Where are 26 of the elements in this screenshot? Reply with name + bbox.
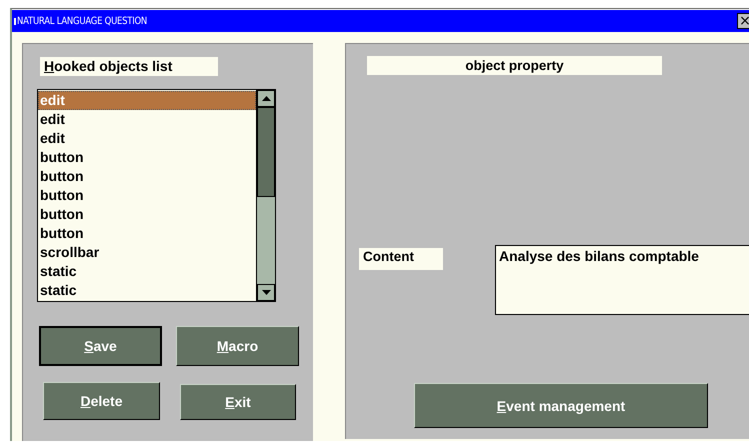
list-item[interactable]: button — [38, 148, 256, 167]
action-button[interactable]: Exit — [180, 384, 296, 420]
content-field[interactable]: Analyse des bilans comptable — [495, 245, 749, 315]
list-item[interactable]: static — [38, 281, 256, 300]
scroll-down-icon[interactable] — [257, 284, 275, 301]
scrollbar-thumb[interactable] — [257, 107, 275, 197]
close-button[interactable]: × — [737, 13, 749, 29]
property-heading: object property — [367, 56, 662, 75]
list-item[interactable]: button — [38, 205, 256, 224]
list-heading: Hooked objects list — [40, 57, 218, 76]
list-item[interactable]: edit — [38, 110, 256, 129]
window-title: NATURAL LANGUAGE QUESTION — [17, 16, 148, 26]
list-item[interactable]: button — [38, 186, 256, 205]
action-button[interactable]: Save — [39, 326, 162, 366]
list-item[interactable]: scrollbar — [38, 243, 256, 262]
list-item[interactable]: edit — [38, 129, 256, 148]
content-label: Content — [359, 248, 443, 270]
scrollbar[interactable] — [256, 90, 275, 301]
action-button[interactable]: Macro — [176, 326, 299, 366]
list-item[interactable]: static — [38, 262, 256, 281]
event-management-button[interactable]: Event management — [414, 383, 708, 428]
list-item[interactable]: button — [38, 224, 256, 243]
action-button[interactable]: Delete — [43, 382, 160, 420]
list-item[interactable]: button — [38, 167, 256, 186]
scroll-up-icon[interactable] — [257, 90, 275, 107]
list-item[interactable]: edit — [38, 91, 256, 110]
